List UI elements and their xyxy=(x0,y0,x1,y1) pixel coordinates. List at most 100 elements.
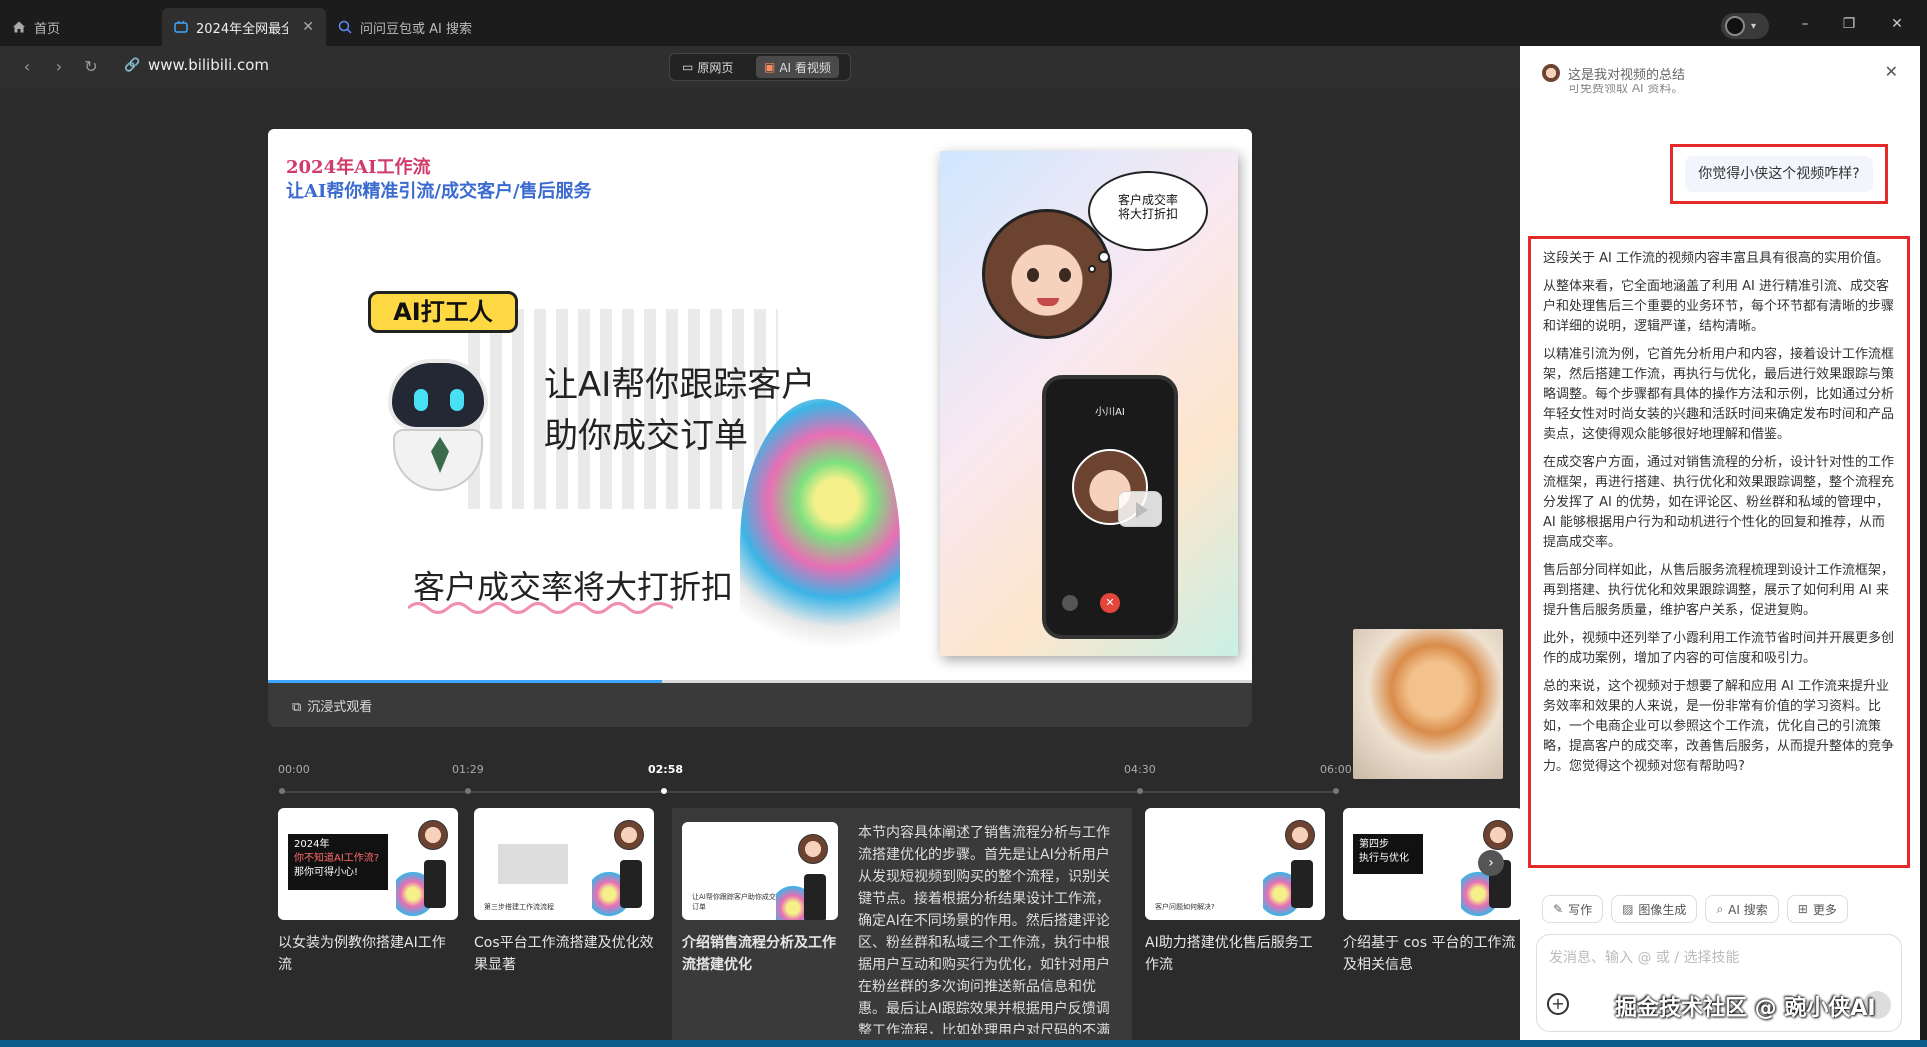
timeline-time-current: 02:58 xyxy=(648,763,684,776)
answer-paragraph: 总的来说，这个视频对于想要了解和应用 AI 工作流来提升业务效率和效果的人来说，… xyxy=(1543,679,1895,774)
chip-label: 更多 xyxy=(1812,902,1837,917)
video-title-line1: 2024年AI工作流 xyxy=(286,157,431,178)
chapter-title: Cos平台工作流搭建及优化效果显著 xyxy=(474,935,654,973)
chip-more[interactable]: ⊞ 更多 xyxy=(1786,895,1848,923)
chapter-thumbnail: 让AI帮你跟踪客户助你成交订单 xyxy=(682,822,838,920)
avatar xyxy=(1725,16,1745,36)
panel-header: 这是我对视频的总结 xyxy=(1568,68,1686,83)
minimize-button[interactable]: – xyxy=(1790,12,1820,36)
home-icon xyxy=(12,20,26,34)
immersive-icon: ⧉ xyxy=(292,700,302,715)
timeline-marker-current[interactable] xyxy=(661,788,667,794)
video-headline1: 让AI帮你跟踪客户 xyxy=(544,365,816,405)
phone-illustration: 客户成交率将大打折扣 小川AI ✕ xyxy=(940,151,1238,656)
video-headline2: 助你成交订单 xyxy=(544,416,748,456)
video-footer: ⧉ 沉浸式观看 xyxy=(268,683,1252,727)
close-icon[interactable]: ✕ xyxy=(1885,62,1898,81)
ai-worker-badge: AI打工人 xyxy=(368,291,518,333)
bubble-text: 客户成交率将大打折扣 xyxy=(1118,193,1179,221)
chip-label: 图像生成 xyxy=(1638,902,1687,917)
original-page-button[interactable]: ▭ 原网页 xyxy=(674,56,741,78)
immersive-button[interactable]: ⧉ 沉浸式观看 xyxy=(292,696,372,715)
chapter-card-active[interactable]: 让AI帮你跟踪客户助你成交订单 介绍销售流程分析及工作流搭建优化 xyxy=(682,808,862,976)
chapter-card[interactable]: 第三步搭建工作流流程 Cos平台工作流搭建及优化效果显著 xyxy=(474,808,654,976)
chip-ai-search[interactable]: ⌕ AI 搜索 xyxy=(1705,895,1779,923)
timeline-time: 06:00 xyxy=(1320,763,1352,776)
thought-bubble: 客户成交率将大打折扣 xyxy=(1088,171,1208,273)
phone-title: 小川AI xyxy=(1095,407,1125,418)
tab-home[interactable]: 首页 xyxy=(0,8,162,46)
forward-icon[interactable]: › xyxy=(48,56,70,78)
close-icon[interactable]: ✕ xyxy=(302,19,314,35)
hangup-icon: ✕ xyxy=(1100,593,1120,613)
more-icon: ⊞ xyxy=(1797,902,1808,916)
account-menu[interactable]: ▾ xyxy=(1721,13,1769,39)
thumb-text: 第四步 xyxy=(1359,839,1389,850)
tab-label: 2024年全网最全coze工 xyxy=(196,21,289,37)
panel-header-cut: 可免费领取 AI 资料。 xyxy=(1568,84,1684,94)
write-icon: ✎ xyxy=(1553,902,1564,916)
tab-label: 问问豆包或 AI 搜索 xyxy=(360,21,472,37)
video-title-line2: 让AI帮你精准引流/成交客户/售后服务 xyxy=(286,181,592,202)
url-field[interactable]: www.bilibili.com xyxy=(148,56,269,74)
add-icon[interactable]: + xyxy=(1547,993,1569,1015)
chapter-thumbnail: 客户问题如何解决? xyxy=(1145,808,1325,920)
tab-bar: 首页 2024年全网最全coze工 ✕ 问问豆包或 AI 搜索 ▾ – ❐ ✕ xyxy=(0,0,1927,46)
timeline-marker[interactable] xyxy=(465,788,471,794)
answer-paragraph: 从整体来看，它全面地涵盖了利用 AI 进行精准引流、成交客户和处理售后三个重要的… xyxy=(1543,279,1895,334)
chapter-thumbnail: 第三步搭建工作流流程 xyxy=(474,808,654,920)
ai-search-icon xyxy=(338,20,352,34)
thumb-caption: 客户问题如何解决? xyxy=(1155,903,1215,911)
user-message: 你觉得小侠这个视频咋样? xyxy=(1685,156,1873,192)
next-chapters-button[interactable]: › xyxy=(1478,850,1504,876)
ai-side-panel: 这是我对视频的总结 可免费领取 AI 资料。 ✕ 你觉得小侠这个视频咋样? 这段… xyxy=(1520,46,1920,1040)
answer-highlight: 这段关于 AI 工作流的视频内容丰富且具有很高的实用价值。 从整体来看，它全面地… xyxy=(1528,236,1910,868)
chip-image[interactable]: ▨ 图像生成 xyxy=(1611,895,1698,923)
girl-avatar-image xyxy=(982,209,1112,339)
back-icon[interactable]: ‹ xyxy=(16,56,38,78)
timeline-marker[interactable] xyxy=(1137,788,1143,794)
timeline-marker[interactable] xyxy=(279,788,285,794)
window-edge xyxy=(1920,46,1927,1040)
squiggle-underline xyxy=(408,602,673,614)
search-icon: ⌕ xyxy=(1716,901,1724,916)
answer-paragraph: 以精准引流为例，它首先分析用户和内容，接着设计工作流框架，然后搭建工作流，再执行… xyxy=(1543,347,1895,442)
chapter-card[interactable]: 2024年 你不知道AI工作流? 那你可得小心! 以女装为例教你搭建AI工作流 xyxy=(278,808,458,976)
ai-video-icon: ▣ xyxy=(764,60,776,74)
restore-button[interactable]: ❐ xyxy=(1834,12,1864,36)
timeline-time: 01:29 xyxy=(452,763,484,776)
close-window-button[interactable]: ✕ xyxy=(1882,12,1912,36)
image-icon: ▨ xyxy=(1622,902,1634,916)
timeline-time: 04:30 xyxy=(1124,763,1156,776)
chapter-thumbnail: 2024年 你不知道AI工作流? 那你可得小心! xyxy=(278,808,458,920)
timeline-marker[interactable] xyxy=(1333,788,1339,794)
question-highlight: 你觉得小侠这个视频咋样? xyxy=(1670,144,1888,204)
thumb-text: 你不知道AI工作流? xyxy=(294,853,380,864)
chapter-title: 介绍基于 cos 平台的工作流及相关信息 xyxy=(1343,935,1516,973)
dog-sticker-image xyxy=(1353,629,1503,779)
answer-paragraph: 此外，视频中还列举了小霞利用工作流节省时间并开展更多创作的成功案例，增加了内容的… xyxy=(1543,631,1895,666)
assistant-message: 这段关于 AI 工作流的视频内容丰富且具有很高的实用价值。 从整体来看，它全面地… xyxy=(1543,249,1895,785)
chapter-card[interactable]: 客户问题如何解决? AI助力搭建优化售后服务工作流 xyxy=(1145,808,1325,976)
chapter-title: AI助力搭建优化售后服务工作流 xyxy=(1145,935,1313,973)
reload-icon[interactable]: ↻ xyxy=(80,56,102,78)
chapter-summary: 本节内容具体阐述了销售流程分析与工作流搭建优化的步骤。首先是让AI分析用户从发现… xyxy=(858,825,1110,1034)
tab-ai-search[interactable]: 问问豆包或 AI 搜索 xyxy=(326,8,506,46)
thumb-caption: 第三步搭建工作流流程 xyxy=(484,903,554,911)
thumb-text: 那你可得小心! xyxy=(294,867,359,878)
tab-video[interactable]: 2024年全网最全coze工 ✕ xyxy=(162,8,326,46)
chip-write[interactable]: ✎ 写作 xyxy=(1542,895,1604,923)
chapter-title: 以女装为例教你搭建AI工作流 xyxy=(278,935,446,973)
ai-video-button[interactable]: ▣ AI 看视频 xyxy=(756,56,839,78)
robot-image xyxy=(383,359,493,494)
cyborg-image xyxy=(740,399,900,683)
video-player[interactable]: 2024年AI工作流 让AI帮你精准引流/成交客户/售后服务 AI打工人 让AI… xyxy=(268,129,1252,683)
answer-paragraph: 售后部分同样如此，从售后服务流程梳理到设计工作流框架，再到搭建、执行优化和效果跟… xyxy=(1543,563,1895,618)
timeline-track[interactable] xyxy=(279,791,1339,793)
chevron-down-icon: ▾ xyxy=(1751,20,1757,32)
page-icon: ▭ xyxy=(682,60,694,74)
chapter-card[interactable]: 第四步 执行与优化 介绍基于 cos 平台的工作流及相关信息 xyxy=(1343,808,1520,976)
link-icon: 🔗 xyxy=(124,58,141,73)
thumb-caption: 让AI帮你跟踪客户助你成交订单 xyxy=(692,893,776,911)
bilibili-icon xyxy=(174,20,188,34)
